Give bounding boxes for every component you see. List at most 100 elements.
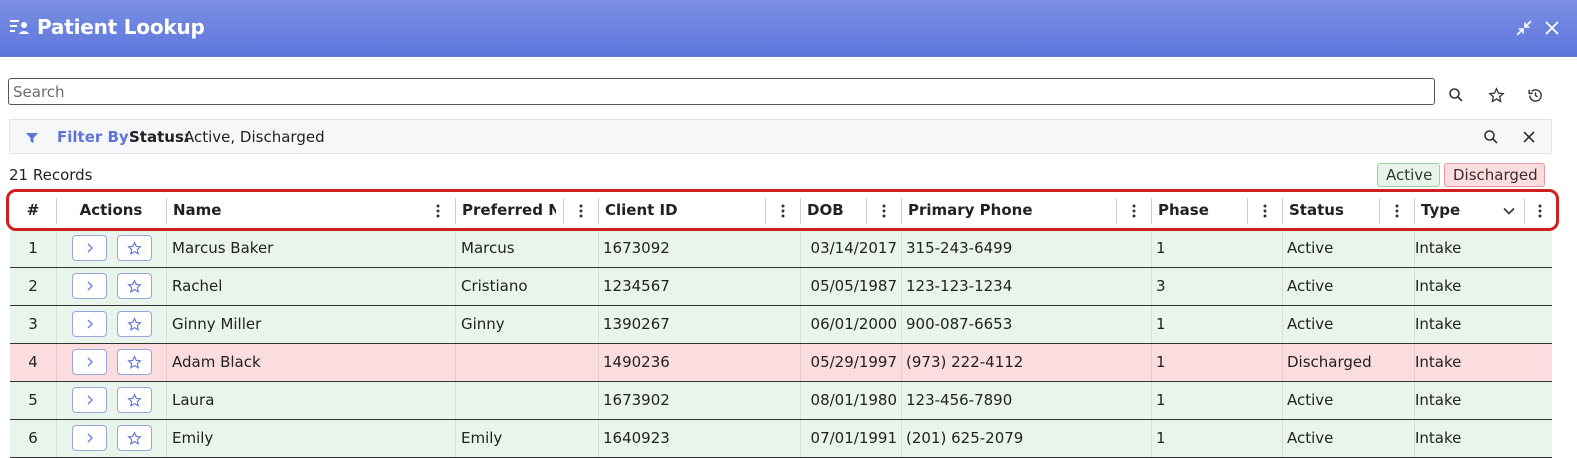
cell-dob: 03/14/2017 (810, 239, 897, 257)
cell-type: Intake (1415, 315, 1462, 333)
cell-phase: 1 (1156, 429, 1166, 447)
cell-phase: 1 (1156, 353, 1166, 371)
star-icon (127, 278, 142, 293)
star-icon[interactable] (1483, 82, 1509, 108)
cell-status: Active (1287, 239, 1334, 257)
open-row-button[interactable] (72, 387, 107, 413)
open-row-button[interactable] (72, 311, 107, 337)
chevron-right-icon (87, 433, 93, 443)
search-icon[interactable] (1443, 82, 1469, 108)
phone-column-menu-icon[interactable] (1128, 202, 1140, 220)
column-header-primary-phone[interactable]: Primary Phone (902, 192, 1112, 228)
cell-dob: 05/29/1997 (810, 353, 897, 371)
cell-client-id: 1390267 (603, 315, 670, 333)
chevron-right-icon (87, 281, 93, 291)
filter-status-value: Active, Discharged (184, 128, 325, 146)
dob-column-menu-icon[interactable] (878, 202, 890, 220)
open-row-button[interactable] (72, 235, 107, 261)
client-id-column-menu-icon[interactable] (777, 202, 789, 220)
chevron-right-icon (87, 243, 93, 253)
filter-icon (26, 130, 40, 144)
cell-name: Laura (172, 391, 215, 409)
star-icon (127, 354, 142, 369)
cell-status: Active (1287, 391, 1334, 409)
column-header-actions: Actions (79, 201, 143, 219)
favorite-row-button[interactable] (117, 387, 152, 413)
table-row[interactable]: 3 Ginny Miller Ginny 1390267 06/01/2000 900-0… (10, 306, 1552, 344)
cell-dob: 05/05/1987 (810, 277, 897, 295)
cell-preferred: Emily (461, 429, 503, 447)
favorite-row-button[interactable] (117, 235, 152, 261)
open-row-button[interactable] (72, 273, 107, 299)
cell-phone: 315-243-6499 (906, 239, 1013, 257)
cell-status: Active (1287, 429, 1334, 447)
cell-status: Active (1287, 277, 1334, 295)
favorite-row-button[interactable] (117, 349, 152, 375)
cell-name: Marcus Baker (172, 239, 274, 257)
cell-name: Adam Black (172, 353, 261, 371)
chevron-right-icon (87, 357, 93, 367)
cell-type: Intake (1415, 239, 1462, 257)
cell-preferred: Cristiano (461, 277, 528, 295)
cell-client-id: 1234567 (603, 277, 670, 295)
table-row[interactable]: 4 Adam Black 1490236 05/29/1997 (973) 222-41… (10, 344, 1552, 382)
table-row[interactable]: 6 Emily Emily 1640923 07/01/1991 (201) 625-20… (10, 420, 1552, 458)
chevron-down-icon[interactable] (1502, 202, 1516, 220)
type-column-menu-icon[interactable] (1534, 202, 1546, 220)
cell-index: 1 (28, 239, 38, 257)
cell-name: Emily (172, 429, 214, 447)
table-row[interactable]: 1 Marcus Baker Marcus 1673092 03/14/2017 315-… (10, 230, 1552, 268)
filter-search-icon[interactable] (1478, 124, 1504, 150)
favorite-row-button[interactable] (117, 273, 152, 299)
table-row[interactable]: 2 Rachel Cristiano 1234567 05/05/1987 123-123… (10, 268, 1552, 306)
cell-client-id: 1640923 (603, 429, 670, 447)
open-row-button[interactable] (72, 349, 107, 375)
cell-preferred (461, 344, 596, 381)
cell-name: Rachel (172, 277, 223, 295)
cell-phase: 1 (1156, 239, 1166, 257)
star-icon (127, 316, 142, 331)
star-icon (127, 392, 142, 407)
phase-column-menu-icon[interactable] (1259, 202, 1271, 220)
cell-name: Ginny Miller (172, 315, 262, 333)
column-header-name[interactable]: Name (167, 192, 417, 228)
column-header-index[interactable]: # (10, 192, 56, 228)
column-header-preferred-name[interactable]: Preferred Nar (456, 192, 556, 228)
cell-status: Active (1287, 315, 1334, 333)
grid-header: # Actions Name Preferred Nar Client ID D… (10, 192, 1552, 229)
collapse-icon[interactable] (1512, 16, 1536, 40)
table-row[interactable]: 5 Laura 1673902 08/01/1980 123-456-7890 1 Acti… (10, 382, 1552, 420)
cell-dob: 08/01/1980 (810, 391, 897, 409)
cell-index: 2 (28, 277, 38, 295)
cell-preferred: Ginny (461, 315, 505, 333)
cell-type: Intake (1415, 353, 1462, 371)
column-header-status[interactable]: Status (1283, 192, 1373, 228)
preferred-column-menu-icon[interactable] (575, 202, 587, 220)
cell-phone: 900-087-6653 (906, 315, 1013, 333)
column-header-type[interactable]: Type (1415, 192, 1495, 228)
window-title: Patient Lookup (37, 15, 205, 39)
favorite-row-button[interactable] (117, 425, 152, 451)
cell-index: 5 (28, 391, 38, 409)
column-header-phase[interactable]: Phase (1152, 192, 1242, 228)
column-header-client-id[interactable]: Client ID (599, 192, 759, 228)
chevron-right-icon (87, 319, 93, 329)
search-input[interactable] (8, 78, 1435, 105)
history-icon[interactable] (1522, 82, 1548, 108)
cell-status: Discharged (1287, 353, 1372, 371)
close-icon[interactable] (1540, 16, 1564, 40)
name-column-menu-icon[interactable] (432, 202, 444, 220)
cell-phone: (201) 625-2079 (906, 429, 1024, 447)
cell-phase: 1 (1156, 315, 1166, 333)
column-header-dob[interactable]: DOB (801, 192, 861, 228)
cell-client-id: 1673092 (603, 239, 670, 257)
cell-type: Intake (1415, 391, 1462, 409)
cell-phone: 123-456-7890 (906, 391, 1013, 409)
status-column-menu-icon[interactable] (1391, 202, 1403, 220)
favorite-row-button[interactable] (117, 311, 152, 337)
open-row-button[interactable] (72, 425, 107, 451)
star-icon (127, 430, 142, 445)
filter-by-label: Filter By: (57, 128, 135, 146)
filter-clear-icon[interactable] (1516, 124, 1542, 150)
cell-index: 6 (28, 429, 38, 447)
